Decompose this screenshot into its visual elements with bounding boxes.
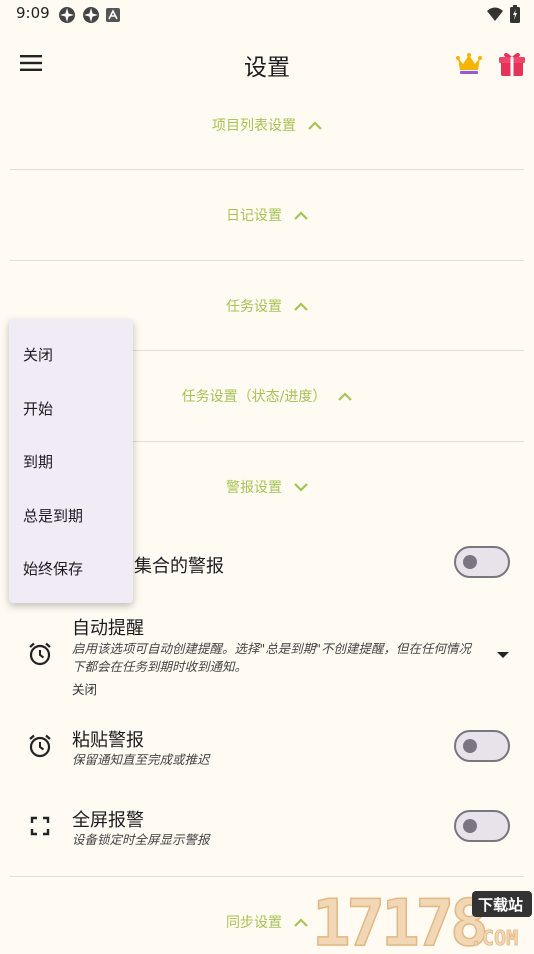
watermark-domain: .COM xyxy=(470,926,518,950)
fullscreen-alert-toggle[interactable] xyxy=(454,810,510,842)
watermark-text: 17178 xyxy=(312,887,485,950)
popup-option-due[interactable]: 到期 xyxy=(9,434,133,488)
section-diary[interactable]: 日记设置 xyxy=(0,197,534,233)
divider xyxy=(10,260,524,261)
dropdown-arrow-icon[interactable] xyxy=(496,650,510,660)
status-time: 9:09 xyxy=(16,4,50,22)
auto-remind-value: 关闭 xyxy=(72,682,98,697)
popup-option-start[interactable]: 开始 xyxy=(9,381,133,435)
app-bar: 设置 xyxy=(0,36,534,92)
gift-icon xyxy=(499,52,525,76)
popup-option-always-keep[interactable]: 始终保存 xyxy=(9,541,133,595)
popup-option-always-due[interactable]: 总是到期 xyxy=(9,488,133,542)
auto-remind-popup-menu: 关闭 开始 到期 总是到期 始终保存 xyxy=(9,319,133,603)
row-subtitle: 保留通知直至完成或推迟 xyxy=(72,752,210,767)
gift-button[interactable] xyxy=(496,48,528,80)
crown-icon xyxy=(456,53,482,74)
section-label: 项目列表设置 xyxy=(212,118,296,134)
battery-icon xyxy=(510,5,520,23)
section-label: 任务设置（状态/进度） xyxy=(181,389,327,405)
chevron-down-icon xyxy=(294,482,308,492)
premium-button[interactable] xyxy=(453,48,485,80)
row-title: 全屏报警 xyxy=(72,810,144,831)
row-auto-remind[interactable]: 自动提醒 启用该选项可自动创建提醒。选择"总是到期"不创建提醒，但在任何情况下都… xyxy=(0,610,534,705)
row-title: 粘贴警报 xyxy=(72,730,144,751)
section-label: 日记设置 xyxy=(226,208,282,224)
status-system-icons xyxy=(486,5,520,23)
section-project-list[interactable]: 项目列表设置 xyxy=(0,107,534,143)
fullscreen-icon xyxy=(26,812,54,840)
alarm-clock-icon xyxy=(26,640,54,668)
app-notification-icon xyxy=(59,7,75,23)
toggle-knob xyxy=(463,555,477,569)
status-notification-icons xyxy=(58,6,120,24)
section-label: 同步设置 xyxy=(226,915,282,931)
row-subtitle: 启用该选项可自动创建提醒。选择"总是到期"不创建提醒，但在任何情况下都会在任务到… xyxy=(72,641,472,674)
wifi-icon xyxy=(487,7,503,21)
alarm-clock-icon xyxy=(26,732,54,760)
section-label: 任务设置 xyxy=(226,299,282,315)
toggle-knob xyxy=(463,739,477,753)
chevron-up-icon xyxy=(294,210,308,220)
chevron-up-icon xyxy=(294,917,308,927)
app-notification-icon xyxy=(83,7,99,23)
row-title: 自动提醒 xyxy=(72,618,144,639)
watermark-sub: 下载站 xyxy=(478,896,523,914)
menu-button[interactable] xyxy=(14,48,48,78)
divider xyxy=(10,169,524,170)
chevron-up-icon xyxy=(338,391,353,401)
sticky-alert-toggle[interactable] xyxy=(454,730,510,762)
status-bar: 9:09 xyxy=(0,0,534,30)
row-subtitle: 设备锁定时全屏显示警报 xyxy=(72,832,210,847)
row-fullscreen-alert[interactable]: 全屏报警 设备锁定时全屏显示警报 xyxy=(0,804,534,852)
toggle-knob xyxy=(463,819,477,833)
popup-option-off[interactable]: 关闭 xyxy=(9,327,133,381)
divider xyxy=(10,876,524,877)
chevron-up-icon xyxy=(294,301,308,311)
chevron-up-icon xyxy=(308,120,322,130)
hamburger-menu-icon xyxy=(20,55,42,71)
section-label: 警报设置 xyxy=(226,480,282,496)
row-sticky-alert[interactable]: 粘贴警报 保留通知直至完成或推迟 xyxy=(0,724,534,772)
watermark: 17178 下载站 .COM xyxy=(310,885,534,954)
collection-alert-toggle[interactable] xyxy=(454,546,510,578)
font-notification-icon xyxy=(106,8,120,22)
